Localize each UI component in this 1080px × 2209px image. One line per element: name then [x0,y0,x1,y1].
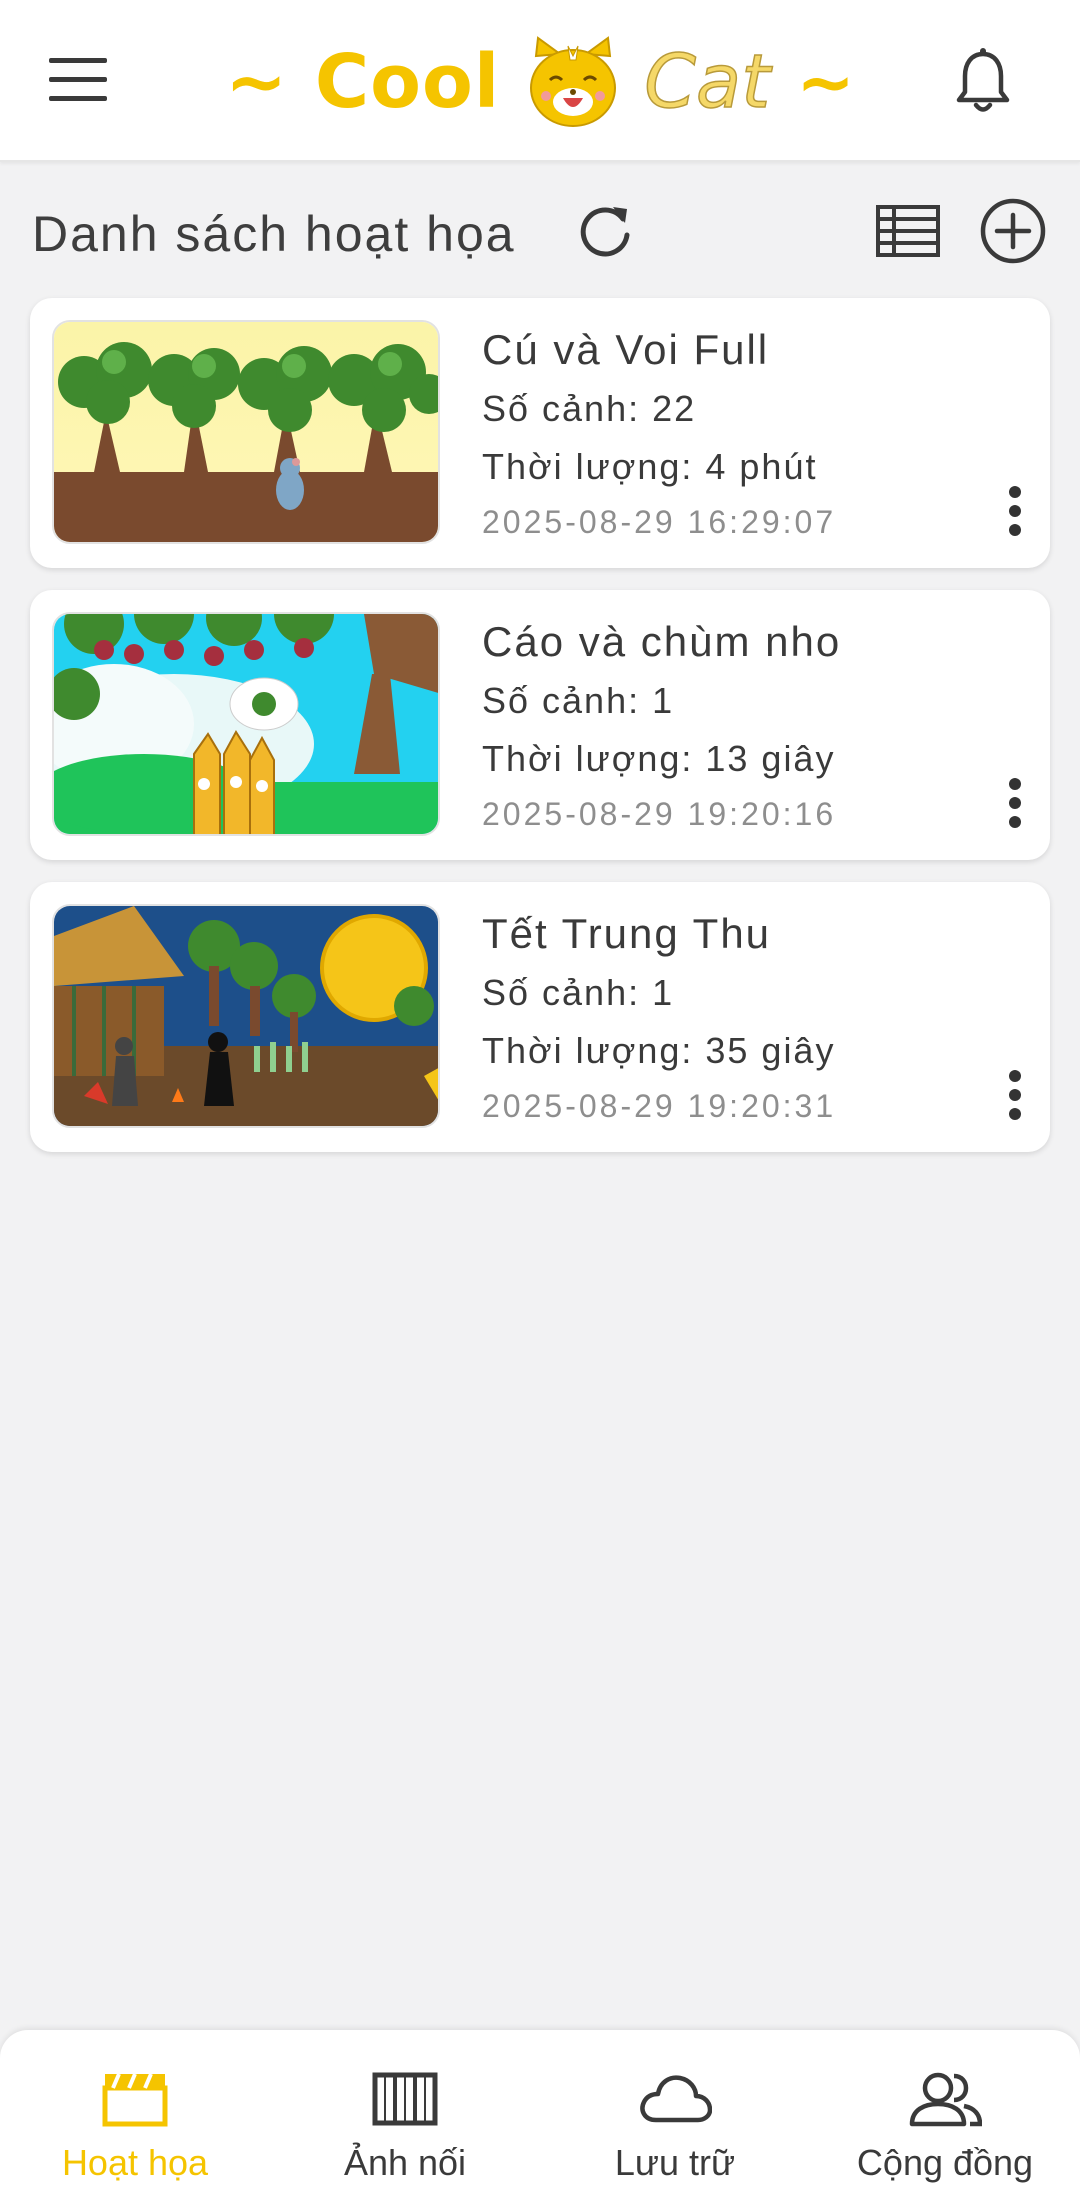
animation-title: Tết Trung Thu [482,910,772,957]
notifications-button[interactable] [938,36,1028,126]
nav-item-hoat-hoa[interactable]: Hoạt họa [0,2030,270,2209]
list-view-icon [876,205,940,257]
cloud-icon [640,2075,712,2123]
refresh-icon [580,207,630,257]
cat-logo-icon [530,36,617,127]
logo-prefix: ~ Cool [225,39,501,125]
logo-tilde: ~ [796,41,855,123]
animation-scene-count: Số cảnh: 1 [482,972,675,1013]
nav-label: Hoạt họa [61,2142,209,2183]
more-options-button[interactable] [990,770,1040,836]
app-logo: ~ Cool Cat ~ [0,22,1080,142]
hamburger-menu-icon [49,58,107,101]
clapperboard-icon [102,2073,168,2127]
animation-date: 2025-08-29 19:20:16 [482,796,837,832]
logo-suffix: Cat [643,38,771,126]
nav-item-cong-dong[interactable]: Cộng đồng [810,2030,1080,2209]
bell-icon [956,48,1010,112]
animation-duration: Thời lượng: 4 phút [482,446,818,487]
add-circle-icon [980,198,1046,264]
nav-label: Cộng đồng [856,2142,1034,2183]
animation-duration: Thời lượng: 35 giây [482,1030,836,1071]
animation-duration: Thời lượng: 13 giây [482,738,836,779]
animation-title: Cáo và chùm nho [482,618,842,665]
animation-title: Cú và Voi Full [482,326,770,373]
list-view-button[interactable] [868,196,948,266]
more-vert-icon [1009,778,1021,828]
more-options-button[interactable] [990,478,1040,544]
more-options-button[interactable] [990,1062,1040,1128]
animation-thumbnail [52,612,440,836]
nav-item-anh-noi[interactable]: Ảnh nối [270,2030,540,2209]
nav-label: Lưu trữ [614,2142,736,2183]
more-vert-icon [1009,1070,1021,1120]
refresh-button[interactable] [570,196,640,266]
menu-button[interactable] [28,36,128,124]
add-animation-button[interactable] [976,194,1050,268]
animation-card[interactable]: Tết Trung Thu Số cảnh: 1 Thời lượng: 35 … [30,882,1050,1152]
nav-item-luu-tru[interactable]: Lưu trữ [540,2030,810,2209]
app-bar: ~ Cool Cat ~ [0,0,1080,162]
animation-thumbnail [52,320,440,544]
animation-scene-count: Số cảnh: 22 [482,388,697,429]
animation-scene-count: Số cảnh: 1 [482,680,675,721]
community-icon [909,2072,982,2127]
more-vert-icon [1009,486,1021,536]
film-strip-icon [372,2072,438,2126]
animation-card[interactable]: Cáo và chùm nho Số cảnh: 1 Thời lượng: 1… [30,590,1050,860]
animation-card[interactable]: Cú và Voi Full Số cảnh: 22 Thời lượng: 4… [30,298,1050,568]
bottom-navigation: Hoạt họa Ảnh nối Lưu trữ Cộng đồng [0,2030,1080,2209]
animation-date: 2025-08-29 16:29:07 [482,504,837,540]
nav-label: Ảnh nối [343,2142,467,2183]
animation-thumbnail [52,904,440,1128]
page-title: Danh sách hoạt họa [32,206,516,262]
animation-date: 2025-08-29 19:20:31 [482,1088,837,1124]
